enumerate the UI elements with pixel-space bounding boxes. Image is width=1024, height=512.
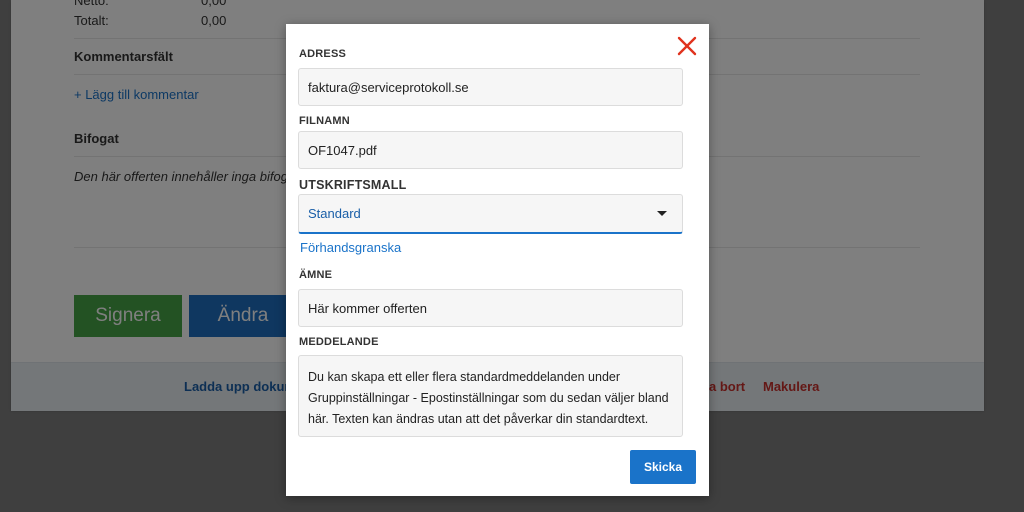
address-value: faktura@serviceprotokoll.se <box>308 79 469 95</box>
filename-field[interactable]: OF1047.pdf <box>298 131 683 169</box>
chevron-down-icon <box>657 211 667 216</box>
subject-value: Här kommer offerten <box>308 300 427 316</box>
message-textarea[interactable]: Du kan skapa ett eller flera standardmed… <box>298 355 683 437</box>
filename-value: OF1047.pdf <box>308 142 377 158</box>
template-selected-value: Standard <box>308 206 361 221</box>
subject-field[interactable]: Här kommer offerten <box>298 289 683 327</box>
subject-label: ÄMNE <box>299 269 333 281</box>
send-email-dialog: ADRESS faktura@serviceprotokoll.se FILNA… <box>286 24 709 496</box>
filename-label: FILNAMN <box>299 115 350 127</box>
template-label: UTSKRIFTSMALL <box>299 178 407 192</box>
address-label: ADRESS <box>299 48 347 60</box>
template-select[interactable]: Standard <box>298 194 683 234</box>
send-button[interactable]: Skicka <box>630 450 696 484</box>
address-field[interactable]: faktura@serviceprotokoll.se <box>298 68 683 106</box>
close-button[interactable] <box>677 36 697 56</box>
preview-link[interactable]: Förhandsgranska <box>300 240 401 255</box>
close-icon <box>677 36 697 56</box>
message-label: MEDDELANDE <box>299 336 379 348</box>
